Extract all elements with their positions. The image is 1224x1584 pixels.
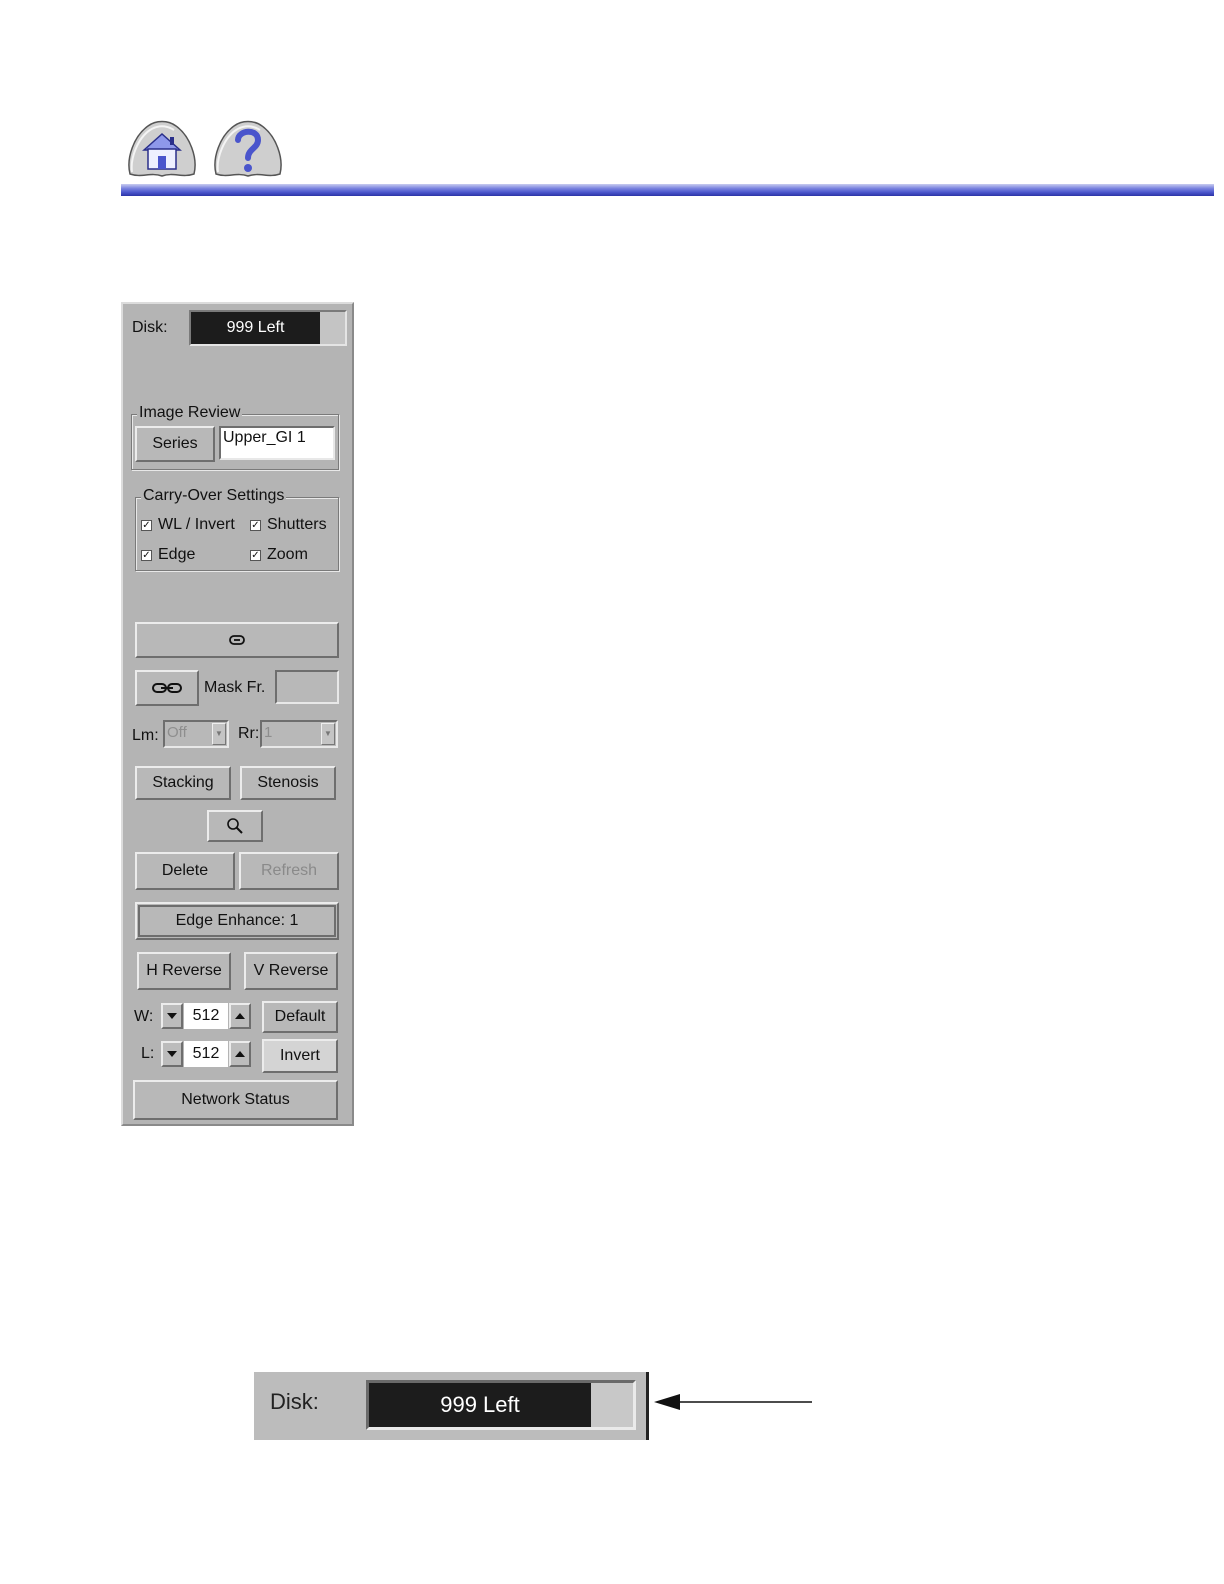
level-decrease-button[interactable] — [161, 1041, 183, 1067]
shutters-label: Shutters — [267, 516, 327, 533]
lm-chevron-down-icon: ▼ — [212, 723, 226, 745]
header-rule — [121, 184, 1214, 196]
rr-chevron-down-icon: ▼ — [321, 723, 335, 745]
mask-frame-label: Mask Fr. — [204, 679, 266, 696]
disk-label: Disk: — [132, 319, 168, 336]
default-button[interactable]: Default — [262, 1001, 338, 1033]
window-value[interactable]: 512 — [184, 1003, 228, 1029]
lm-select-value: Off — [167, 724, 187, 741]
wl-invert-checkbox[interactable]: ✓ — [141, 520, 152, 531]
unlink-button[interactable] — [135, 670, 199, 706]
window-decrease-button[interactable] — [161, 1003, 183, 1029]
rr-label: Rr: — [238, 725, 260, 742]
series-button[interactable]: Series — [135, 426, 215, 462]
series-input[interactable]: Upper_GI 1 — [219, 426, 335, 460]
level-label: L: — [141, 1045, 155, 1062]
invert-button[interactable]: Invert — [262, 1039, 338, 1073]
edge-enhance-button[interactable]: Edge Enhance: 1 — [135, 902, 339, 940]
zoom-label: Zoom — [267, 546, 308, 563]
callout-arrow-icon — [654, 1394, 812, 1410]
home-icon — [128, 120, 196, 177]
shutters-checkbox[interactable]: ✓ — [250, 520, 261, 531]
help-question-icon — [214, 120, 282, 177]
rr-select-value: 1 — [264, 724, 273, 741]
magnifier-icon — [227, 818, 243, 834]
edge-checkbox[interactable]: ✓ — [141, 550, 152, 561]
stacking-button[interactable]: Stacking — [135, 766, 231, 800]
network-status-button[interactable]: Network Status — [133, 1080, 338, 1120]
image-review-title: Image Review — [137, 404, 243, 422]
stenosis-button[interactable]: Stenosis — [240, 766, 336, 800]
refresh-button[interactable]: Refresh — [239, 852, 339, 890]
delete-button[interactable]: Delete — [135, 852, 235, 890]
carry-over-settings-title: Carry-Over Settings — [141, 487, 287, 505]
triangle-down-icon — [167, 1013, 177, 1019]
disk-callout: Disk: 999 Left — [254, 1372, 649, 1440]
triangle-down-icon — [167, 1051, 177, 1057]
unlink-icon — [152, 683, 182, 693]
level-value[interactable]: 512 — [184, 1041, 228, 1067]
h-reverse-button[interactable]: H Reverse — [137, 952, 231, 990]
link-button[interactable] — [135, 622, 339, 658]
lm-label: Lm: — [132, 727, 159, 744]
wl-invert-label: WL / Invert — [158, 516, 235, 533]
disk-space-value: 999 Left — [191, 312, 320, 344]
home-button[interactable] — [124, 118, 200, 180]
v-reverse-button[interactable]: V Reverse — [244, 952, 338, 990]
help-button[interactable] — [210, 118, 286, 180]
triangle-up-icon — [235, 1013, 245, 1019]
window-increase-button[interactable] — [229, 1003, 251, 1029]
mask-frame-input[interactable] — [275, 670, 339, 704]
edge-label: Edge — [158, 546, 196, 563]
callout-disk-value: 999 Left — [369, 1383, 591, 1427]
rr-select[interactable]: 1 ▼ — [260, 720, 338, 748]
control-panel: Disk: 999 Left Image Review Series Upper… — [121, 302, 354, 1126]
level-increase-button[interactable] — [229, 1041, 251, 1067]
triangle-up-icon — [235, 1051, 245, 1057]
window-label: W: — [134, 1008, 154, 1025]
zoom-checkbox[interactable]: ✓ — [250, 550, 261, 561]
callout-disk-label: Disk: — [270, 1389, 319, 1414]
lm-select[interactable]: Off ▼ — [163, 720, 229, 748]
disk-space-indicator: 999 Left — [189, 310, 347, 346]
magnify-button[interactable] — [207, 810, 263, 842]
callout-disk-indicator: 999 Left — [366, 1380, 636, 1430]
link-icon — [229, 635, 245, 645]
